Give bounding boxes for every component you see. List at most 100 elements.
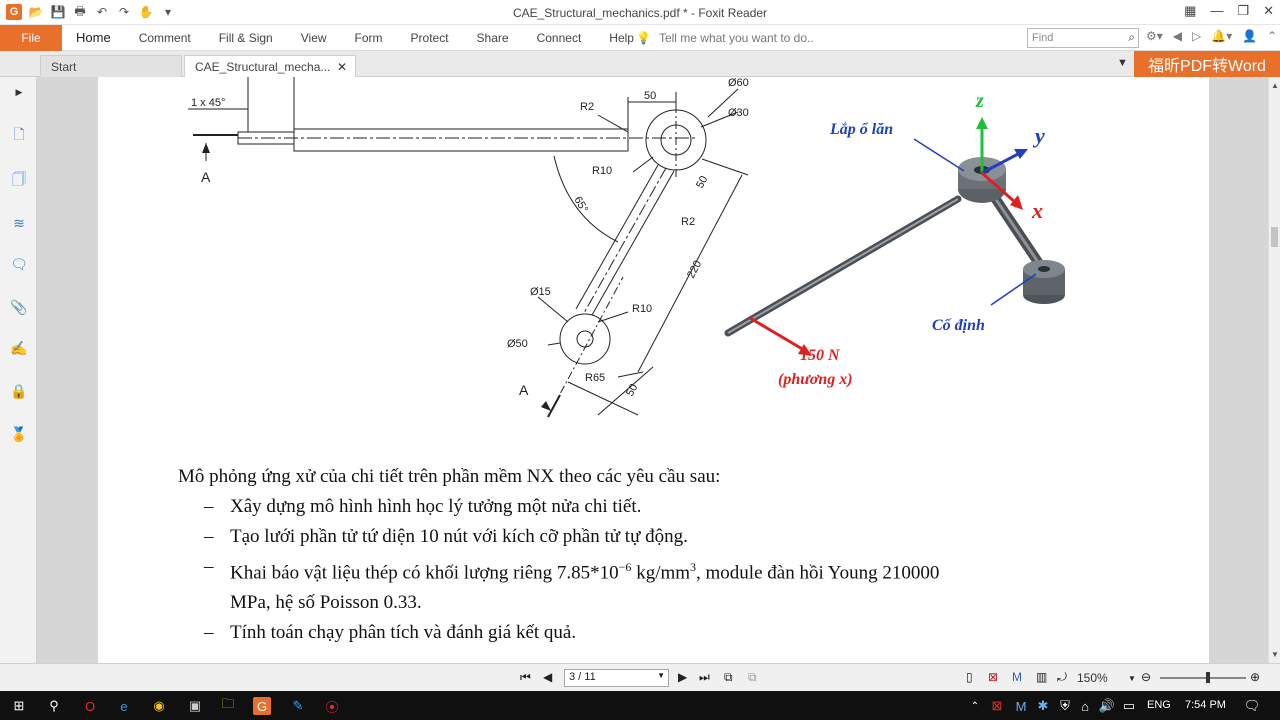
navigation-panel: ▶ 🗋 🗍 ≋ 🗨 📎 ✍ 🔒 🏅: [0, 77, 37, 663]
tab-home[interactable]: Home: [62, 25, 125, 51]
tab-protect[interactable]: Protect: [397, 25, 463, 51]
zoom-out-icon[interactable]: ⊖: [1141, 670, 1151, 684]
scroll-down-icon[interactable]: ▼: [1271, 650, 1279, 659]
foxit-reader-icon[interactable]: G: [253, 697, 271, 715]
convert-to-word-button[interactable]: 福昕PDF转Word: [1134, 51, 1280, 77]
last-page-icon[interactable]: ⏭: [699, 670, 710, 685]
tab-list-dropdown-icon[interactable]: ▼: [1117, 57, 1128, 69]
settings-gear-icon[interactable]: ⚙▾: [1146, 29, 1163, 43]
item-3-text-a: Khai báo vật liệu thép có khối lượng riê…: [230, 562, 619, 584]
find-input[interactable]: Find ⌕: [1027, 28, 1139, 48]
load-direction-label: (phương x): [778, 371, 853, 388]
language-indicator[interactable]: ENG: [1147, 699, 1171, 711]
tab-share[interactable]: Share: [463, 25, 523, 51]
restore-button[interactable]: ❐: [1237, 3, 1249, 19]
window-controls: ▦ — ❐ ✕: [1184, 3, 1274, 19]
attachment-icon[interactable]: 📎: [10, 298, 28, 316]
tab-fill-sign[interactable]: Fill & Sign: [205, 25, 287, 51]
search-icon[interactable]: ⚲: [45, 697, 63, 715]
notification-bell-icon[interactable]: 🔔▾: [1211, 29, 1232, 43]
file-explorer-icon[interactable]: 🗀: [219, 696, 237, 715]
collapse-ribbon-icon[interactable]: ⌃: [1267, 29, 1277, 43]
list-item: – Tạo lưới phần tử tứ diện 10 nút với kíc…: [204, 526, 688, 547]
close-button[interactable]: ✕: [1263, 3, 1274, 19]
ribbon-right-controls: ⚙▾ ◀ ▷ 🔔▾ 👤 ⌃: [1146, 29, 1277, 43]
minimize-button[interactable]: —: [1210, 3, 1223, 19]
clock[interactable]: 7:54 PM: [1185, 699, 1226, 711]
item-1-text: Xây dựng mô hình hình học lý tưởng một n…: [230, 496, 642, 517]
chrome-icon[interactable]: ◉: [150, 697, 168, 715]
page-number-value: 3 / 11: [569, 671, 596, 683]
continuous-icon[interactable]: ▥: [1036, 670, 1047, 684]
page-dropdown-icon[interactable]: ▼: [657, 671, 665, 680]
app-icon[interactable]: ▣: [186, 697, 204, 715]
edge-icon[interactable]: e: [115, 697, 133, 715]
bluetooth-icon[interactable]: ✱: [1034, 697, 1052, 715]
pages-thumbnail-icon[interactable]: 🗍: [10, 171, 28, 190]
file-menu-button[interactable]: File: [0, 25, 62, 51]
comments-icon[interactable]: 🗨: [10, 255, 28, 273]
signature-icon[interactable]: ✍: [10, 339, 28, 357]
zoom-slider-thumb[interactable]: [1206, 672, 1210, 683]
tab-form[interactable]: Form: [341, 25, 397, 51]
tell-me-box[interactable]: 💡 Tell me what you want to do..: [636, 25, 814, 51]
tell-me-text: Tell me what you want to do..: [658, 31, 814, 45]
tab-connect[interactable]: Connect: [523, 25, 596, 51]
next-view-icon[interactable]: ⧉: [748, 670, 757, 685]
forward-arrow-icon[interactable]: ▷: [1192, 29, 1201, 43]
recorder-icon[interactable]: ⦿: [323, 697, 341, 715]
close-tab-icon[interactable]: ✕: [337, 60, 347, 74]
single-page-icon[interactable]: ▯: [966, 670, 973, 684]
search-icon[interactable]: ⌕: [1128, 30, 1135, 45]
3d-model-illustration: z y x Lắp ổ lăn Cố định 150 N (phương x): [724, 90, 1065, 388]
zoom-level[interactable]: 150%: [1077, 671, 1108, 685]
document-view[interactable]: 1 x 45° A 50 Ø60 Ø30 R2 R10 65° 50 R2 22…: [37, 77, 1268, 663]
scroll-up-icon[interactable]: ▲: [1271, 81, 1279, 90]
item-2-text: Tạo lưới phần tử tứ diện 10 nút với kích…: [230, 526, 688, 547]
fixed-support-label: Cố định: [932, 317, 985, 334]
first-page-icon[interactable]: ⏮: [520, 670, 531, 685]
bookmark-icon[interactable]: 🗋: [10, 126, 28, 145]
previous-view-icon[interactable]: ⧉: [724, 670, 733, 685]
tab-view[interactable]: View: [287, 25, 341, 51]
facing-pages-icon[interactable]: M: [1012, 670, 1022, 684]
back-arrow-icon[interactable]: ◀: [1173, 29, 1182, 43]
zoom-dropdown-icon[interactable]: ▼: [1128, 674, 1136, 683]
item-3-text-line2: MPa, hệ số Poisson 0.33.: [230, 592, 422, 614]
item-3-text-c: , module đàn hồi Young 210000: [696, 562, 940, 584]
previous-page-icon[interactable]: ◀: [543, 670, 552, 684]
rotate-icon[interactable]: ⤾: [1057, 670, 1067, 685]
tray-m-icon[interactable]: M: [1012, 697, 1030, 715]
axis-z-label: z: [975, 90, 984, 112]
expand-panel-icon[interactable]: ▶: [10, 83, 28, 101]
opera-icon[interactable]: O: [81, 697, 99, 715]
security-lock-icon[interactable]: 🔒: [10, 382, 28, 400]
ribbon-menu: Home Comment Fill & Sign View Form Prote…: [62, 25, 648, 51]
zoom-slider[interactable]: [1160, 677, 1246, 679]
pen-app-icon[interactable]: ✎: [289, 697, 307, 715]
tray-app-icon[interactable]: ⊠: [988, 697, 1006, 715]
volume-icon[interactable]: 🔊: [1098, 697, 1116, 715]
page-number-input[interactable]: 3 / 11 ▼: [564, 669, 669, 687]
user-icon[interactable]: 👤: [1242, 29, 1257, 43]
zoom-in-icon[interactable]: ⊕: [1250, 670, 1260, 684]
title-bar: G 📂 💾 🖶 ↶ ↷ ✋ ▾ CAE_Structural_mechanics…: [0, 0, 1280, 25]
tray-expand-icon[interactable]: ⌃: [966, 697, 984, 715]
tray-security-icon[interactable]: ⛨: [1056, 697, 1074, 715]
certificate-icon[interactable]: 🏅: [10, 425, 28, 443]
window-title: CAE_Structural_mechanics.pdf * - Foxit R…: [512, 6, 768, 20]
fit-page-icon[interactable]: ⊠: [988, 670, 998, 684]
tab-document[interactable]: CAE_Structural_mecha... ✕: [184, 55, 356, 77]
layers-icon[interactable]: ≋: [10, 214, 28, 232]
windows-start-icon[interactable]: ⊞: [10, 697, 28, 715]
network-icon[interactable]: ⌂: [1076, 697, 1094, 715]
vertical-scrollbar[interactable]: ▲ ▼: [1268, 77, 1280, 663]
battery-icon[interactable]: ▭: [1120, 697, 1138, 715]
notification-center-icon[interactable]: 🗨: [1243, 697, 1261, 715]
windows-taskbar: ⊞ ⚲ O e ◉ ▣ 🗀 G ✎ ⦿ ⌃ ⊠ M ✱ ⛨ ⌂ 🔊 ▭ ENG …: [0, 691, 1280, 720]
next-page-icon[interactable]: ▶: [678, 670, 687, 684]
tab-start[interactable]: Start: [40, 55, 182, 77]
ribbon-display-icon[interactable]: ▦: [1184, 3, 1196, 19]
tab-comment[interactable]: Comment: [125, 25, 205, 51]
scroll-thumb[interactable]: [1271, 227, 1278, 247]
